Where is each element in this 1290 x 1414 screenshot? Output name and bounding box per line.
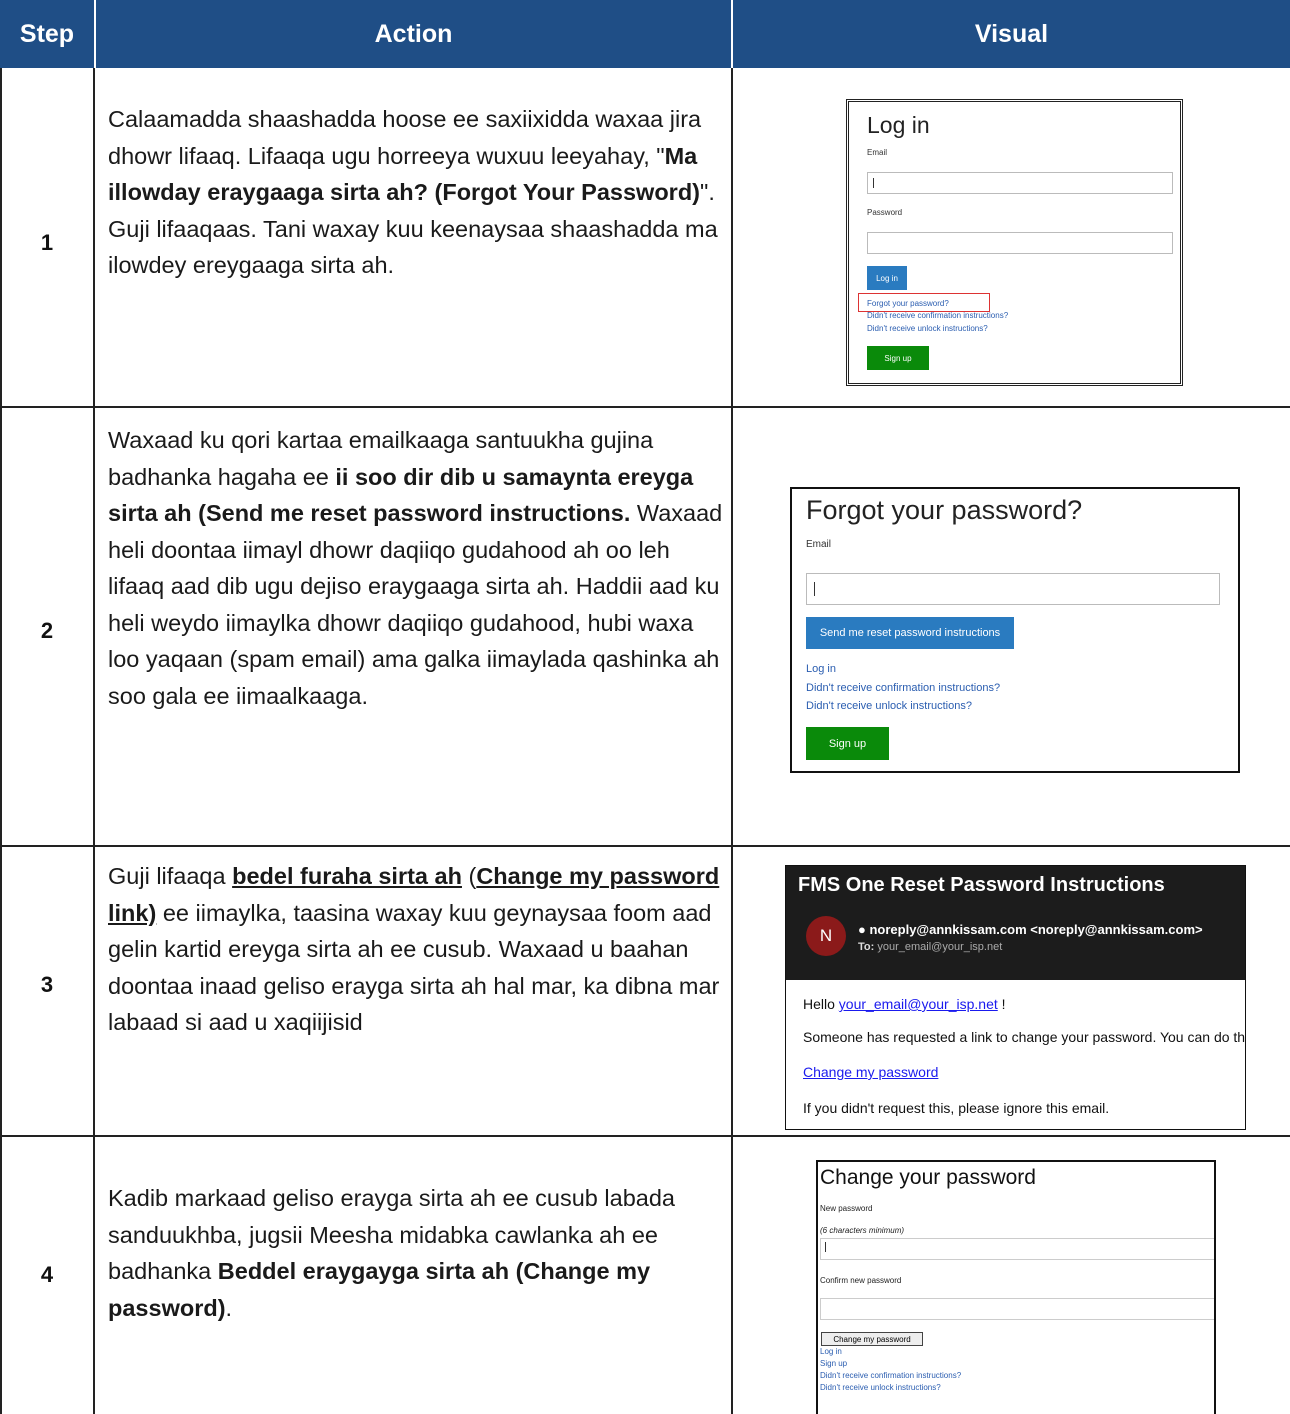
step-instruction: Calaamadda shaashadda hoose ee saxiixidd… — [108, 106, 718, 278]
forgot-password-screenshot: Forgot your password? Email Send me rese… — [790, 487, 1240, 773]
header-action: Action — [96, 0, 731, 68]
login-screenshot: Log in Email Password Log in Forgot your… — [846, 99, 1183, 386]
change-password-screenshot: Change your password New password (6 cha… — [816, 1160, 1216, 1414]
new-password-field[interactable] — [820, 1238, 1214, 1260]
grid-line — [93, 68, 95, 1414]
forgot-password-link[interactable]: Forgot your password? — [867, 299, 949, 308]
sender-address: ● noreply@annkissam.com <noreply@annkiss… — [858, 922, 1203, 937]
login-link[interactable]: Log in — [820, 1347, 842, 1356]
grid-line — [0, 845, 1290, 847]
login-title: Log in — [867, 112, 930, 138]
confirmation-link[interactable]: Didn't receive confirmation instructions… — [867, 311, 1008, 320]
confirm-password-field[interactable] — [820, 1298, 1214, 1320]
change-title: Change your password — [820, 1166, 1036, 1189]
email-link[interactable]: your_email@your_isp.net — [839, 996, 998, 1012]
password-hint: (6 characters minimum) — [820, 1226, 905, 1235]
text-cursor — [825, 1242, 826, 1252]
confirmation-link[interactable]: Didn't receive confirmation instructions… — [820, 1371, 961, 1380]
password-label: Password — [867, 208, 903, 217]
step-number: 4 — [40, 1262, 54, 1287]
step-instruction: Guji lifaaqa bedel furaha sirta ah (Chan… — [108, 863, 720, 1035]
change-password-button[interactable]: Change my password — [821, 1332, 923, 1346]
text-cursor — [873, 178, 874, 188]
email-label: Email — [806, 539, 832, 550]
email-field[interactable] — [806, 573, 1220, 605]
confirmation-link[interactable]: Didn't receive confirmation instructions… — [806, 682, 1000, 694]
step-number: 1 — [40, 230, 54, 255]
step-instruction: Waxaad ku qori kartaa emailkaaga santuuk… — [108, 427, 723, 709]
confirm-password-label: Confirm new password — [820, 1276, 902, 1285]
login-link[interactable]: Log in — [806, 663, 836, 675]
step-number: 2 — [40, 618, 54, 643]
grid-line — [0, 68, 2, 1414]
unlock-link[interactable]: Didn't receive unlock instructions? — [820, 1383, 941, 1392]
grid-line — [0, 406, 1290, 408]
email-screenshot: FMS One Reset Password Instructions N ● … — [785, 865, 1246, 1130]
header-visual: Visual — [733, 0, 1290, 68]
unlock-link[interactable]: Didn't receive unlock instructions? — [806, 700, 972, 712]
email-field[interactable] — [867, 172, 1173, 194]
email-footer: If you didn't request this, please ignor… — [803, 1100, 1110, 1116]
new-password-label: New password — [820, 1204, 873, 1213]
unlock-link[interactable]: Didn't receive unlock instructions? — [867, 324, 988, 333]
step-instruction: Kadib markaad geliso erayga sirta ah ee … — [108, 1185, 675, 1321]
signup-button[interactable]: Sign up — [806, 727, 889, 760]
change-password-link[interactable]: Change my password — [803, 1064, 938, 1080]
password-field[interactable] — [867, 232, 1173, 254]
email-body: Someone has requested a link to change y… — [803, 1029, 1246, 1045]
email-label: Email — [867, 148, 888, 157]
signup-link[interactable]: Sign up — [820, 1359, 847, 1368]
header-step: Step — [0, 0, 94, 68]
grid-line — [731, 68, 733, 1414]
step-number: 3 — [40, 972, 54, 997]
send-reset-button[interactable]: Send me reset password instructions — [806, 617, 1014, 649]
sender-avatar: N — [806, 916, 846, 956]
grid-line — [0, 1135, 1290, 1137]
text-cursor — [814, 582, 815, 596]
recipient-line: To: your_email@your_isp.net — [858, 941, 1003, 953]
login-button[interactable]: Log in — [867, 266, 907, 290]
email-greeting: Hello your_email@your_isp.net ! — [803, 996, 1006, 1012]
forgot-title: Forgot your password? — [806, 495, 1083, 525]
signup-button[interactable]: Sign up — [867, 346, 929, 370]
email-subject: FMS One Reset Password Instructions — [798, 874, 1165, 896]
